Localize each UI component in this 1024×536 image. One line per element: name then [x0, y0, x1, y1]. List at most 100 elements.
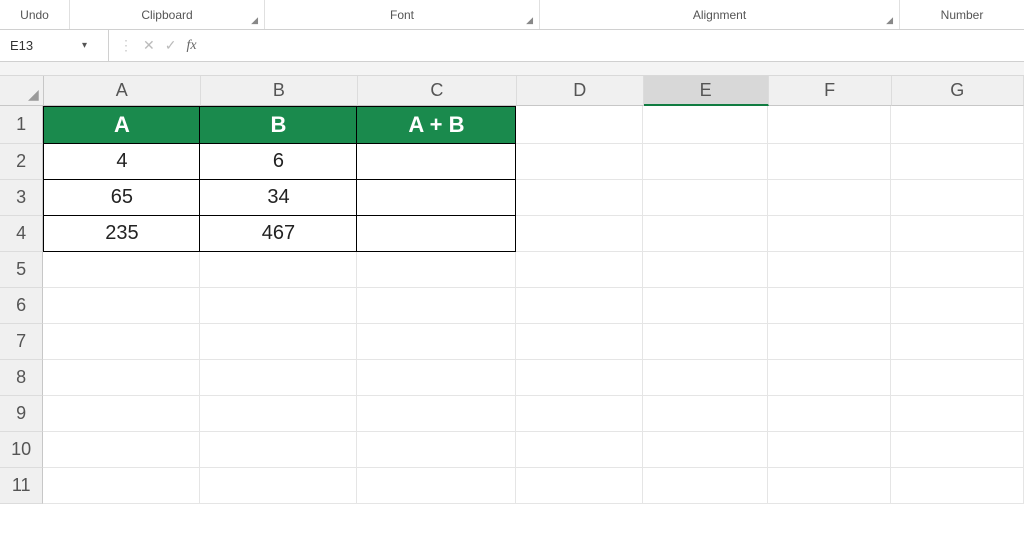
- name-box[interactable]: ▾: [0, 30, 109, 61]
- cell-E2[interactable]: [643, 144, 768, 180]
- ribbon-group-alignment[interactable]: Alignment ◢: [540, 0, 900, 29]
- row-header-8[interactable]: 8: [0, 360, 43, 396]
- cell-G8[interactable]: [891, 360, 1024, 396]
- enter-icon[interactable]: ✓: [165, 37, 177, 54]
- cell-G10[interactable]: [891, 432, 1024, 468]
- cell-C10[interactable]: [357, 432, 516, 468]
- cell-E3[interactable]: [643, 180, 768, 216]
- cell-E7[interactable]: [643, 324, 768, 360]
- column-header-F[interactable]: F: [769, 76, 892, 106]
- row-header-10[interactable]: 10: [0, 432, 43, 468]
- row-header-2[interactable]: 2: [0, 144, 43, 180]
- cell-A11[interactable]: [43, 468, 200, 504]
- cell-E8[interactable]: [643, 360, 768, 396]
- cell-G9[interactable]: [891, 396, 1024, 432]
- cell-F11[interactable]: [768, 468, 891, 504]
- cell-E10[interactable]: [643, 432, 768, 468]
- cell-B3[interactable]: 34: [200, 180, 357, 216]
- cell-A3[interactable]: 65: [43, 180, 200, 216]
- cell-A8[interactable]: [43, 360, 200, 396]
- cell-G3[interactable]: [891, 180, 1024, 216]
- cell-A6[interactable]: [43, 288, 200, 324]
- dialog-launcher-icon[interactable]: ◢: [526, 15, 533, 26]
- cell-D1[interactable]: [516, 106, 643, 144]
- spreadsheet-grid[interactable]: ◢ A B C D E F G 1 A B A + B 2 4 6: [0, 76, 1024, 504]
- row-header-6[interactable]: 6: [0, 288, 43, 324]
- cell-F10[interactable]: [768, 432, 891, 468]
- cell-B4[interactable]: 467: [200, 216, 357, 252]
- dialog-launcher-icon[interactable]: ◢: [251, 15, 258, 26]
- cell-A2[interactable]: 4: [43, 144, 200, 180]
- cancel-icon[interactable]: ✕: [143, 37, 155, 54]
- ribbon-group-clipboard[interactable]: Clipboard ◢: [70, 0, 265, 29]
- cell-G5[interactable]: [891, 252, 1024, 288]
- cell-D3[interactable]: [516, 180, 643, 216]
- cell-C1[interactable]: A + B: [357, 106, 516, 144]
- cell-D10[interactable]: [516, 432, 643, 468]
- cell-D11[interactable]: [516, 468, 643, 504]
- column-header-D[interactable]: D: [517, 76, 644, 106]
- cell-F7[interactable]: [768, 324, 891, 360]
- cell-C3[interactable]: [357, 180, 516, 216]
- cell-F8[interactable]: [768, 360, 891, 396]
- cell-G11[interactable]: [891, 468, 1024, 504]
- cell-F2[interactable]: [768, 144, 891, 180]
- ribbon-group-number[interactable]: Number: [900, 0, 1024, 29]
- cell-D8[interactable]: [516, 360, 643, 396]
- cell-E6[interactable]: [643, 288, 768, 324]
- cell-F9[interactable]: [768, 396, 891, 432]
- cell-C11[interactable]: [357, 468, 516, 504]
- cell-C4[interactable]: [357, 216, 516, 252]
- cell-D6[interactable]: [516, 288, 643, 324]
- cell-B1[interactable]: B: [200, 106, 357, 144]
- row-header-4[interactable]: 4: [0, 216, 43, 252]
- cell-B7[interactable]: [200, 324, 357, 360]
- ribbon-group-font[interactable]: Font ◢: [265, 0, 540, 29]
- cell-B2[interactable]: 6: [200, 144, 357, 180]
- cell-A4[interactable]: 235: [43, 216, 200, 252]
- dialog-launcher-icon[interactable]: ◢: [886, 15, 893, 26]
- column-header-C[interactable]: C: [358, 76, 517, 106]
- cell-A5[interactable]: [43, 252, 200, 288]
- cell-C5[interactable]: [357, 252, 516, 288]
- cell-B10[interactable]: [200, 432, 357, 468]
- column-header-G[interactable]: G: [892, 76, 1024, 106]
- cell-C8[interactable]: [357, 360, 516, 396]
- cell-B11[interactable]: [200, 468, 357, 504]
- cell-F1[interactable]: [768, 106, 891, 144]
- row-header-9[interactable]: 9: [0, 396, 43, 432]
- chevron-down-icon[interactable]: ▾: [82, 40, 87, 51]
- cell-C2[interactable]: [357, 144, 516, 180]
- cell-F4[interactable]: [768, 216, 891, 252]
- cell-A10[interactable]: [43, 432, 200, 468]
- fx-icon[interactable]: fx: [186, 38, 196, 54]
- cell-G2[interactable]: [891, 144, 1024, 180]
- cell-A1[interactable]: A: [43, 106, 200, 144]
- cell-E1[interactable]: [643, 106, 768, 144]
- row-header-1[interactable]: 1: [0, 106, 43, 144]
- row-header-7[interactable]: 7: [0, 324, 43, 360]
- cell-F3[interactable]: [768, 180, 891, 216]
- cell-G4[interactable]: [891, 216, 1024, 252]
- cell-E11[interactable]: [643, 468, 768, 504]
- cell-C6[interactable]: [357, 288, 516, 324]
- name-box-input[interactable]: [8, 37, 76, 54]
- cell-D7[interactable]: [516, 324, 643, 360]
- cell-E4[interactable]: [643, 216, 768, 252]
- row-header-11[interactable]: 11: [0, 468, 43, 504]
- cell-G7[interactable]: [891, 324, 1024, 360]
- cell-E5[interactable]: [643, 252, 768, 288]
- column-header-B[interactable]: B: [201, 76, 358, 106]
- cell-F6[interactable]: [768, 288, 891, 324]
- cell-D2[interactable]: [516, 144, 643, 180]
- cell-B5[interactable]: [200, 252, 357, 288]
- cell-A9[interactable]: [43, 396, 200, 432]
- cell-B6[interactable]: [200, 288, 357, 324]
- cell-G6[interactable]: [891, 288, 1024, 324]
- ribbon-group-undo[interactable]: Undo: [0, 0, 70, 29]
- cell-C7[interactable]: [357, 324, 516, 360]
- cell-E9[interactable]: [643, 396, 768, 432]
- cell-B8[interactable]: [200, 360, 357, 396]
- select-all-corner[interactable]: ◢: [0, 76, 44, 106]
- row-header-3[interactable]: 3: [0, 180, 43, 216]
